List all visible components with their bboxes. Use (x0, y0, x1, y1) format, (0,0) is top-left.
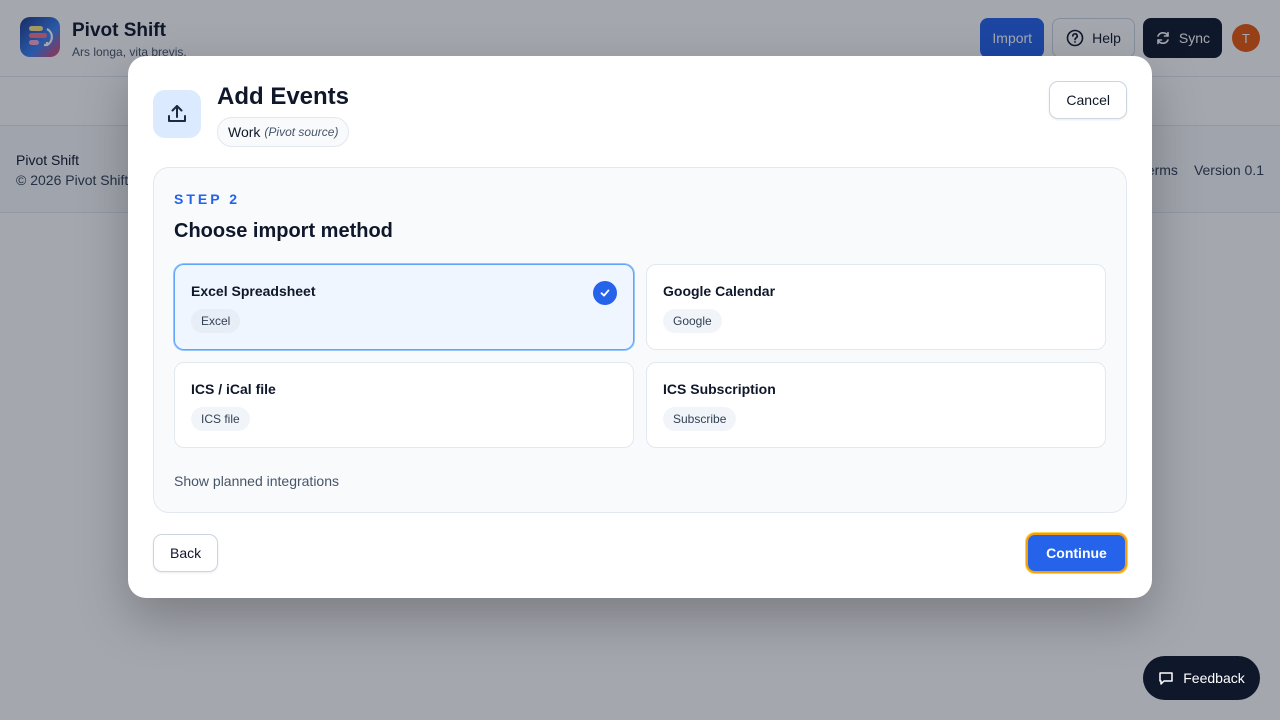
option-tag: Excel (191, 309, 241, 333)
feedback-label: Feedback (1183, 670, 1245, 686)
source-name: Work (228, 124, 261, 140)
cancel-button[interactable]: Cancel (1049, 81, 1127, 119)
source-note: (Pivot source) (264, 125, 339, 139)
check-icon (593, 281, 617, 305)
option-title: Excel Spreadsheet (191, 283, 316, 299)
option-title: Google Calendar (663, 283, 776, 299)
back-button[interactable]: Back (153, 534, 219, 572)
feedback-button[interactable]: Feedback (1143, 656, 1260, 700)
option-tag: Google (663, 309, 722, 333)
step-heading: Choose import method (174, 220, 393, 242)
continue-button[interactable]: Continue (1026, 533, 1127, 573)
chat-bubble-icon (1159, 672, 1173, 685)
option-excel-spreadsheet[interactable]: Excel Spreadsheet Excel (174, 264, 634, 350)
dialog-title: Add Events (217, 83, 350, 110)
option-tag: Subscribe (663, 407, 737, 431)
add-events-dialog: Add Events Work (Pivot source) Cancel ST… (128, 56, 1152, 598)
show-planned-integrations-link[interactable]: Show planned integrations (174, 473, 339, 489)
upload-icon (153, 90, 201, 138)
option-ics-subscription[interactable]: ICS Subscription Subscribe (646, 362, 1106, 448)
option-title: ICS / iCal file (191, 381, 276, 397)
step-panel: STEP 2 Choose import method Excel Spread… (153, 167, 1127, 513)
source-badge: Work (Pivot source) (217, 117, 350, 147)
option-google-calendar[interactable]: Google Calendar Google (646, 264, 1106, 350)
step-label: STEP 2 (174, 191, 240, 207)
option-tag: ICS file (191, 407, 250, 431)
option-ics-file[interactable]: ICS / iCal file ICS file (174, 362, 634, 448)
option-title: ICS Subscription (663, 381, 776, 397)
